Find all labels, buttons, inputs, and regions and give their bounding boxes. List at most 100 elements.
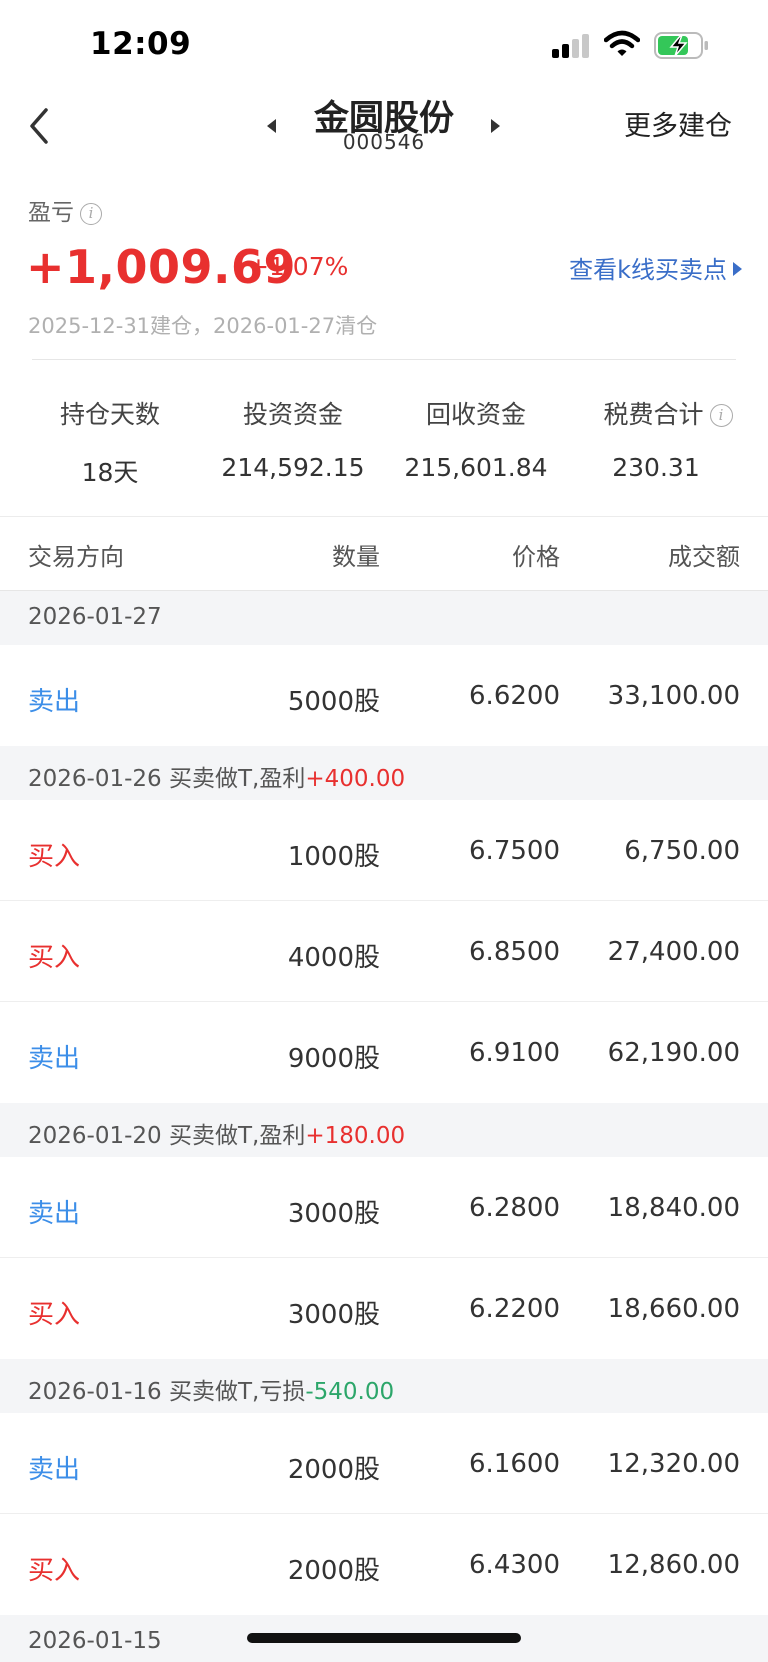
prev-stock-button[interactable] <box>262 112 282 140</box>
trade-price: 6.6200 <box>469 681 560 711</box>
stat-label-text: 税费合计 <box>603 400 704 429</box>
stat-label: 持仓天数 <box>59 400 160 429</box>
table-row[interactable]: 卖出 3000股 6.2800 18,840.00 <box>0 1157 768 1258</box>
chevron-right-icon <box>733 262 742 276</box>
table-row[interactable]: 买入 4000股 6.8500 27,400.00 <box>0 901 768 1002</box>
trade-direction: 买入 <box>28 1556 81 1586</box>
col-price: 价格 <box>512 543 560 571</box>
col-direction: 交易方向 <box>28 543 124 571</box>
profit-percent: +1.07% <box>248 252 349 281</box>
trade-quantity: 2000股 <box>287 1556 380 1586</box>
home-indicator[interactable] <box>247 1633 521 1643</box>
trade-quantity: 4000股 <box>287 943 380 973</box>
trade-quantity: 3000股 <box>287 1300 380 1330</box>
group-header: 2026-01-26 买卖做T,盈利+400.00 <box>0 746 768 800</box>
group-date: 2026-01-26 <box>28 766 162 792</box>
trade-amount: 33,100.00 <box>607 681 740 711</box>
group-profit: -540.00 <box>305 1379 395 1405</box>
trade-price: 6.8500 <box>469 937 560 967</box>
table-row[interactable]: 买入 1000股 6.7500 6,750.00 <box>0 800 768 901</box>
status-time: 12:09 <box>90 26 192 62</box>
group-date: 2026-01-27 <box>28 604 162 630</box>
stat-invested: 投资资金 214,592.15 <box>203 395 383 482</box>
group-note: 买卖做T,亏损 <box>161 1379 306 1405</box>
profit-label-text: 盈亏 <box>28 200 74 226</box>
group-header-text: 2026-01-20 买卖做T,盈利+180.00 <box>28 1116 405 1150</box>
group-profit: +180.00 <box>305 1123 406 1149</box>
trade-quantity: 5000股 <box>287 687 380 717</box>
group-note: 买卖做T,盈利 <box>161 1123 306 1149</box>
stat-value: 18天 <box>81 458 139 487</box>
next-stock-button[interactable] <box>485 112 505 140</box>
more-positions-button[interactable]: 更多建仓 <box>624 104 732 143</box>
group-header-text: 2026-01-16 买卖做T,亏损-540.00 <box>28 1372 394 1406</box>
battery-charging-icon <box>654 32 708 59</box>
trade-price: 6.2800 <box>469 1193 560 1223</box>
view-kline-link[interactable]: 查看k线买卖点 <box>569 250 742 285</box>
trade-amount: 12,320.00 <box>607 1449 740 1479</box>
col-amount: 成交额 <box>668 543 740 571</box>
group-date: 2026-01-16 <box>28 1379 162 1405</box>
table-row[interactable]: 卖出 5000股 6.6200 33,100.00 <box>0 645 768 746</box>
trade-amount: 62,190.00 <box>607 1038 740 1068</box>
trade-amount: 18,660.00 <box>607 1294 740 1324</box>
group-note: 买卖做T,盈利 <box>161 766 306 792</box>
group-header: 2026-01-16 买卖做T,亏损-540.00 <box>0 1359 768 1413</box>
group-header-text: 2026-01-26 买卖做T,盈利+400.00 <box>28 759 405 793</box>
table-row[interactable]: 买入 2000股 6.4300 12,860.00 <box>0 1514 768 1615</box>
group-date: 2026-01-20 <box>28 1123 162 1149</box>
group-date: 2026-01-15 <box>28 1628 162 1654</box>
back-button[interactable] <box>22 104 62 148</box>
stat-value: 215,601.84 <box>404 453 548 482</box>
stat-holding-days: 持仓天数 18天 <box>20 395 200 489</box>
trade-quantity: 3000股 <box>287 1199 380 1229</box>
trade-direction: 买入 <box>28 943 81 973</box>
stat-value: 230.31 <box>612 453 700 482</box>
position-dates: 2025-12-31建仓，2026-01-27清仓 <box>28 314 378 338</box>
divider <box>32 359 736 360</box>
trade-price: 6.7500 <box>469 836 560 866</box>
summary-stats: 持仓天数 18天 投资资金 214,592.15 回收资金 215,601.84… <box>0 395 768 495</box>
stat-value: 214,592.15 <box>221 453 365 482</box>
trade-price: 6.9100 <box>469 1038 560 1068</box>
info-icon[interactable]: i <box>709 404 733 427</box>
trade-quantity: 2000股 <box>287 1455 380 1485</box>
trade-amount: 18,840.00 <box>607 1193 740 1223</box>
table-row[interactable]: 卖出 2000股 6.1600 12,320.00 <box>0 1413 768 1514</box>
view-kline-label: 查看k线买卖点 <box>569 256 727 284</box>
trade-price: 6.1600 <box>469 1449 560 1479</box>
group-header: 2026-01-20 买卖做T,盈利+180.00 <box>0 1103 768 1157</box>
trade-direction: 买入 <box>28 1300 81 1330</box>
table-row[interactable]: 卖出 9000股 6.9100 62,190.00 <box>0 1002 768 1103</box>
trade-direction: 卖出 <box>28 1199 81 1229</box>
trade-quantity: 9000股 <box>287 1044 380 1074</box>
stat-label: 回收资金 <box>425 400 526 429</box>
trade-direction: 卖出 <box>28 687 81 717</box>
trade-direction: 卖出 <box>28 1455 81 1485</box>
trade-amount: 6,750.00 <box>624 836 740 866</box>
group-profit: +400.00 <box>305 766 406 792</box>
info-icon[interactable]: i <box>80 203 102 225</box>
group-header-text: 2026-01-27 <box>28 604 162 630</box>
stock-code: 000546 <box>342 130 426 154</box>
profit-label: 盈亏 i <box>28 193 102 227</box>
group-header: 2026-01-27 <box>0 591 768 645</box>
table-row[interactable]: 买入 3000股 6.2200 18,660.00 <box>0 1258 768 1359</box>
trade-price: 6.2200 <box>469 1294 560 1324</box>
stat-label: 税费合计 i <box>578 395 758 431</box>
trade-price: 6.4300 <box>469 1550 560 1580</box>
trade-amount: 27,400.00 <box>607 937 740 967</box>
stat-fees: 税费合计 i 230.31 <box>578 395 758 482</box>
stat-label: 投资资金 <box>242 400 343 429</box>
signal-icon <box>552 34 592 58</box>
wifi-icon <box>604 30 640 56</box>
group-header-text: 2026-01-15 <box>28 1628 162 1654</box>
nav-bar: 金圆股份 000546 更多建仓 <box>0 90 768 180</box>
table-header: 交易方向 数量 价格 成交额 <box>0 517 768 590</box>
trade-direction: 买入 <box>28 842 81 872</box>
trade-quantity: 1000股 <box>287 842 380 872</box>
col-quantity: 数量 <box>332 543 380 571</box>
status-bar: 12:09 <box>0 0 768 90</box>
trade-direction: 卖出 <box>28 1044 81 1074</box>
trade-amount: 12,860.00 <box>607 1550 740 1580</box>
